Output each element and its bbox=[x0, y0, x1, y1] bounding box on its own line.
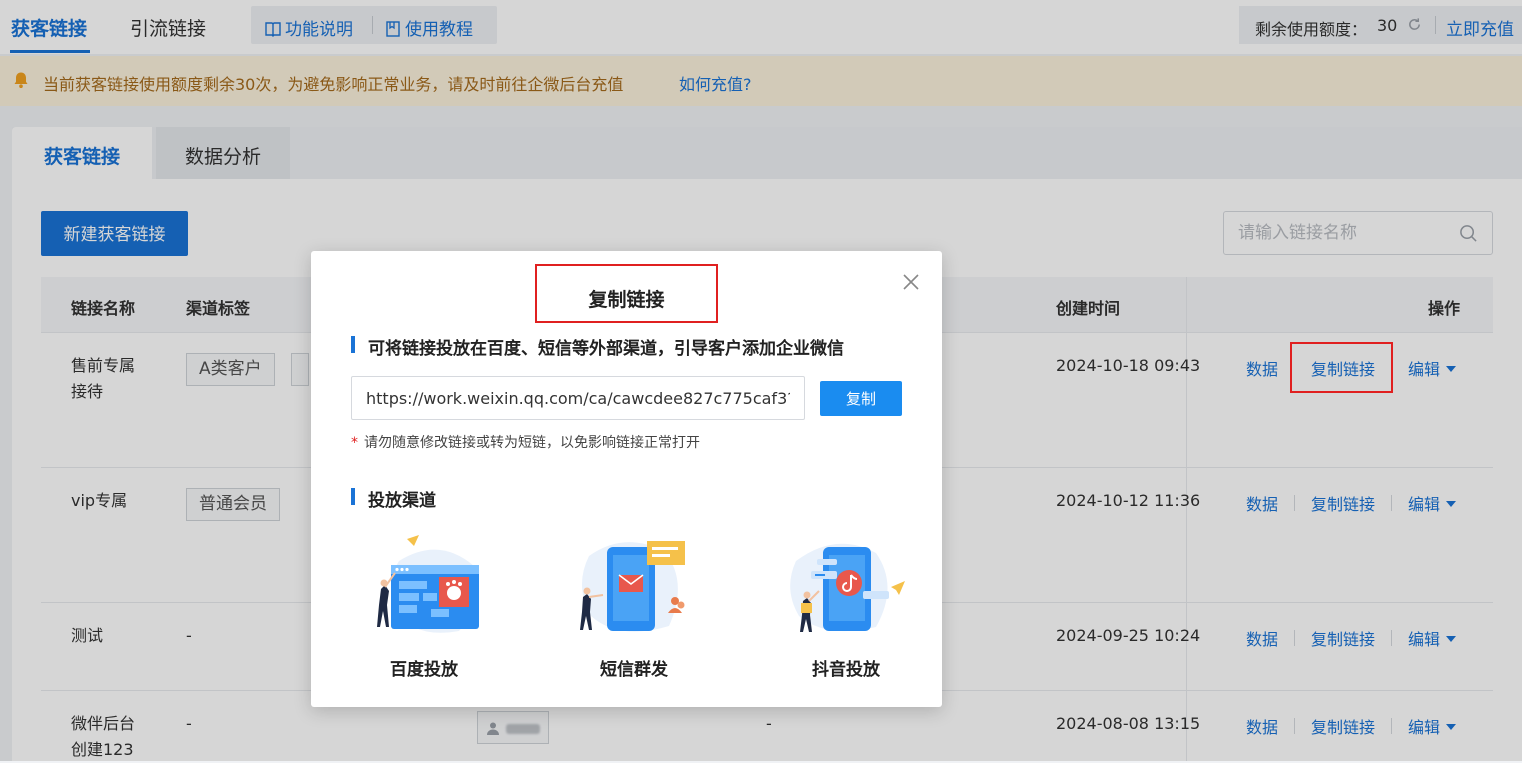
sms-icon bbox=[580, 541, 685, 632]
section-marker bbox=[351, 488, 355, 505]
channel-douyin[interactable]: 抖音投放 bbox=[781, 531, 911, 681]
copy-button[interactable]: 复制 bbox=[820, 381, 902, 416]
section-channels-title: 投放渠道 bbox=[368, 491, 436, 511]
channel-douyin-label: 抖音投放 bbox=[812, 660, 880, 680]
copy-link-highlight-box bbox=[1290, 342, 1393, 393]
channel-sms-label: 短信群发 bbox=[600, 660, 668, 680]
link-url-input[interactable] bbox=[351, 376, 805, 420]
channel-baidu[interactable]: 百度投放 bbox=[359, 531, 489, 681]
douyin-icon bbox=[790, 543, 905, 632]
copy-link-dialog: 复制链接 可将链接投放在百度、短信等外部渠道，引导客户添加企业微信 复制 *请勿… bbox=[311, 251, 942, 707]
required-star: * bbox=[351, 435, 358, 451]
section-marker bbox=[351, 336, 355, 353]
channel-sms[interactable]: 短信群发 bbox=[569, 531, 699, 681]
baidu-ad-icon bbox=[377, 535, 479, 633]
link-warning-hint: * 请勿随意修改链接或转为短链，以免影响链接正常打开 bbox=[351, 432, 700, 452]
close-icon[interactable] bbox=[902, 273, 920, 291]
channel-baidu-label: 百度投放 bbox=[390, 660, 458, 680]
hint-text: 请勿随意修改链接或转为短链，以免影响链接正常打开 bbox=[364, 435, 700, 451]
section-link-usage-title: 可将链接投放在百度、短信等外部渠道，引导客户添加企业微信 bbox=[368, 339, 844, 359]
title-highlight-box bbox=[535, 264, 718, 323]
